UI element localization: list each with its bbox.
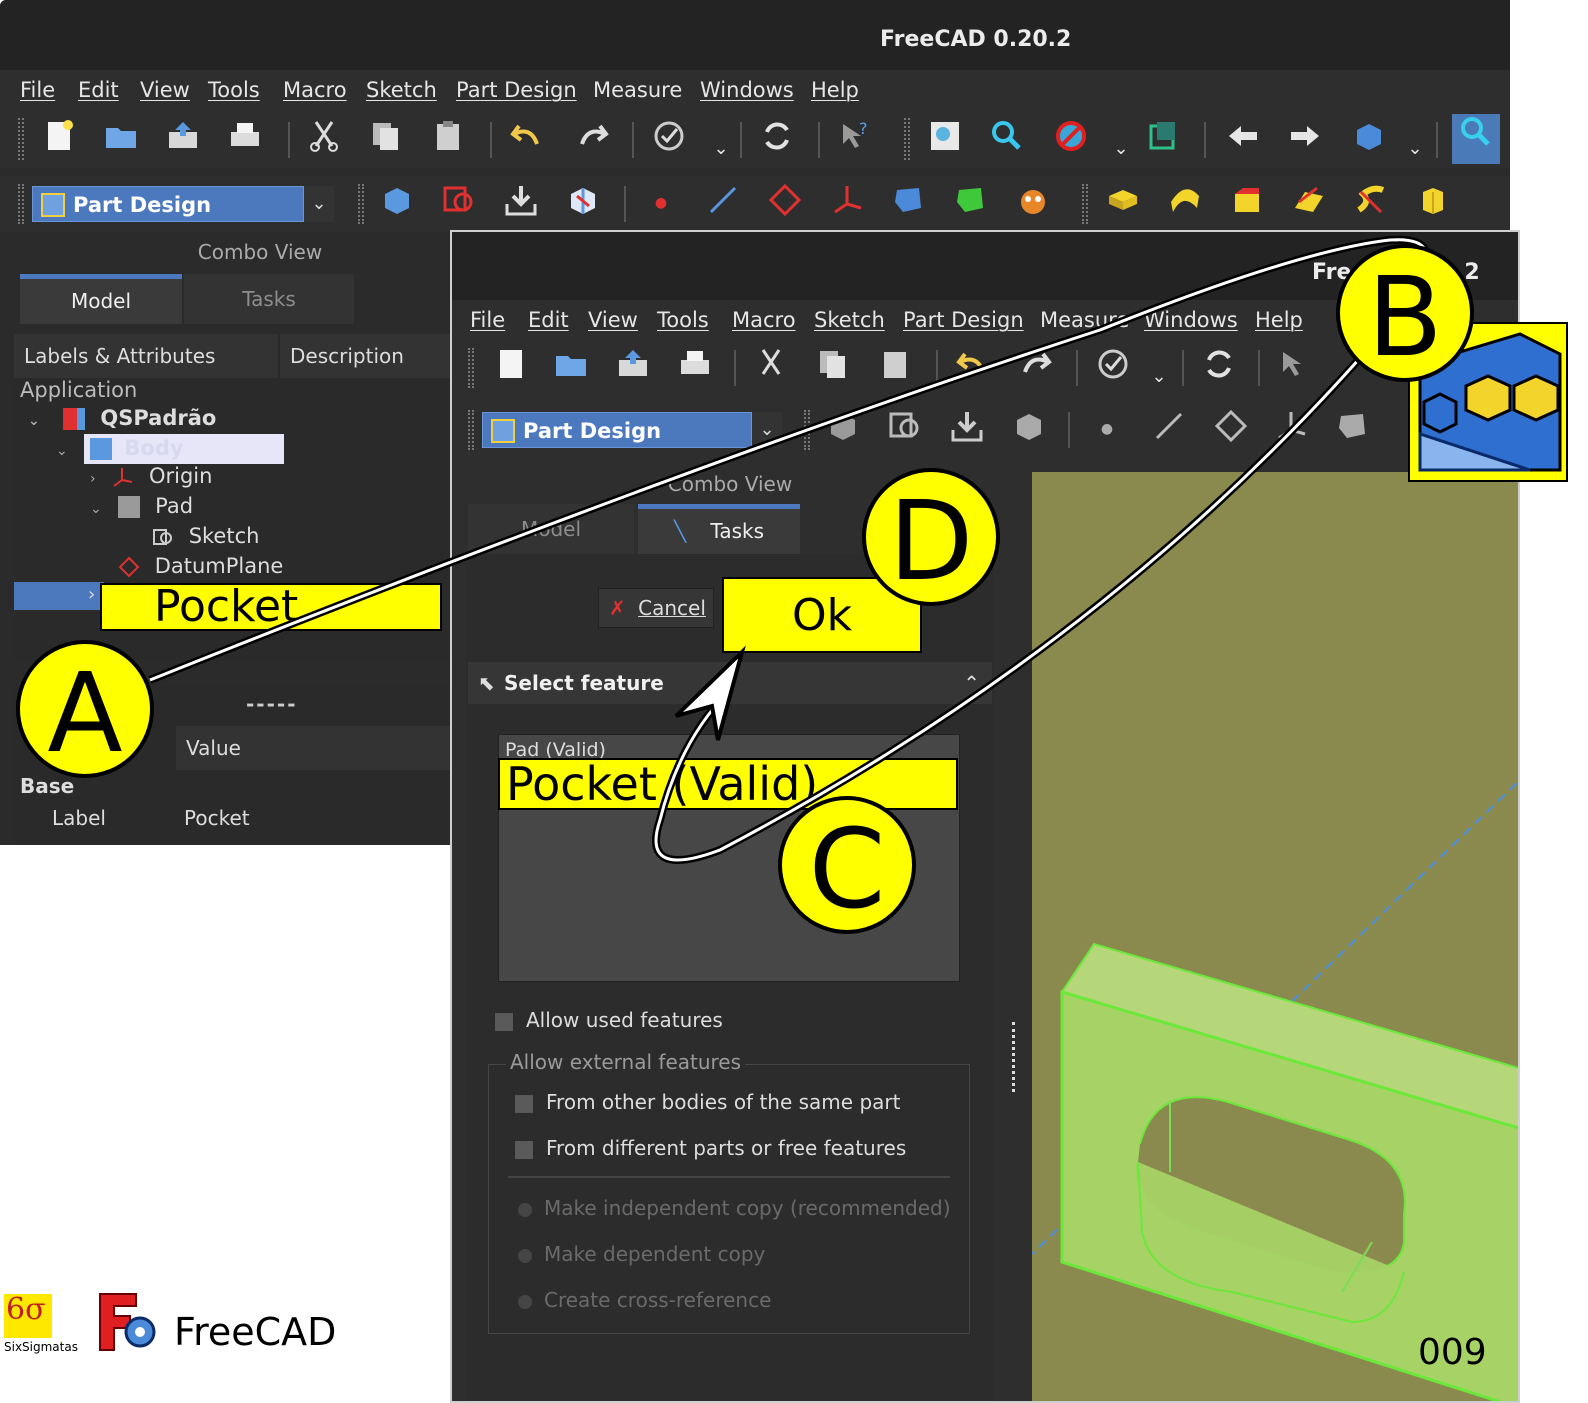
freecad-logo-icon — [96, 1292, 160, 1356]
page-number: 009 — [1418, 1332, 1487, 1373]
step-marker-c: C — [778, 796, 916, 934]
step-marker-d: D — [862, 468, 1000, 606]
sixsigmatas-logo: 6σ — [4, 1292, 52, 1338]
step-marker-a: A — [16, 640, 154, 778]
step-marker-b: B — [1336, 244, 1474, 382]
annotation-arrows — [148, 235, 1429, 864]
tutorial-slide: FreeCAD 0.20.2 File Edit View Tools Macr… — [0, 0, 1588, 1403]
freecad-wordmark: FreeCAD — [174, 1310, 337, 1354]
sixsigmatas-logo-mark: 6σ — [6, 1292, 46, 1327]
sixsigmatas-label: SixSigmatas — [4, 1340, 78, 1354]
